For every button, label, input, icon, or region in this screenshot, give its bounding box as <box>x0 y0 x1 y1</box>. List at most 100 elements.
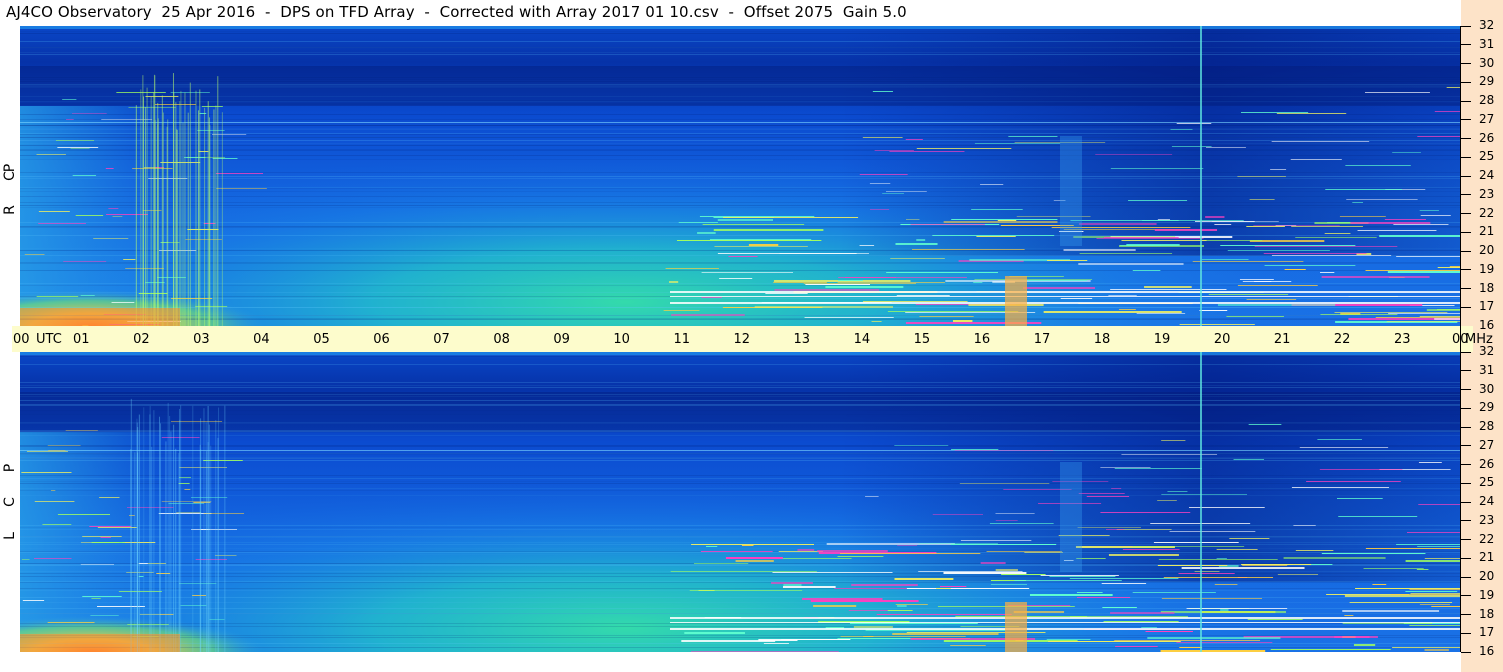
frequency-tick <box>1461 231 1471 233</box>
frequency-tick <box>1461 269 1471 271</box>
frequency-tick <box>1461 651 1471 653</box>
frequency-tick <box>1461 482 1471 484</box>
time-tick-label: 19 <box>1153 332 1171 347</box>
time-tick-label: 21 <box>1273 332 1291 347</box>
frequency-tick <box>1461 445 1471 447</box>
title-bar: AJ4CO Observatory 25 Apr 2016 - DPS on T… <box>0 0 1461 26</box>
time-tick-label: 06 <box>373 332 390 347</box>
frequency-tick <box>1461 25 1471 27</box>
pol-letter: R <box>2 205 18 215</box>
frequency-tick-label: 29 <box>1479 74 1495 89</box>
frequency-tick <box>1461 250 1471 252</box>
time-tick-label: 05 <box>313 332 330 347</box>
frequency-tick-label: 30 <box>1479 381 1495 396</box>
frequency-tick-label: 32 <box>1479 18 1495 32</box>
time-tick-label: 04 <box>253 332 270 347</box>
frequency-tick <box>1461 119 1471 121</box>
rcp-spectrogram <box>20 26 1461 326</box>
frequency-tick <box>1461 595 1471 597</box>
pol-letter: L <box>2 532 18 540</box>
time-tick-label: 14 <box>853 332 871 347</box>
frequency-tick-label: 26 <box>1479 456 1495 471</box>
spectrogram-texture <box>20 352 1461 652</box>
rcp-spectrogram-svg <box>20 26 1461 326</box>
rcp-side-label: P C R <box>0 26 20 326</box>
time-tick-label: 13 <box>793 332 811 347</box>
frequency-tick <box>1461 520 1471 522</box>
time-tick-label: 00 <box>13 332 30 347</box>
frequency-tick <box>1461 175 1471 177</box>
frequency-tick <box>1461 288 1471 289</box>
time-tick-label: 03 <box>193 332 210 347</box>
lcp-spectrogram-svg <box>20 352 1461 652</box>
frequency-tick <box>1461 576 1471 578</box>
frequency-tick-label: 21 <box>1479 550 1495 565</box>
frequency-tick-label: 20 <box>1479 569 1495 583</box>
frequency-tick-label: 29 <box>1479 400 1495 415</box>
time-tick-label: 11 <box>673 332 690 347</box>
time-tick-label: 18 <box>1093 332 1111 347</box>
frequency-tick <box>1461 138 1471 139</box>
frequency-tick-label: 20 <box>1479 243 1495 257</box>
time-tick-label: 02 <box>133 332 150 347</box>
time-tick-label: 16 <box>973 332 991 347</box>
axis-line <box>1460 26 1461 652</box>
frequency-tick <box>1461 407 1471 409</box>
frequency-tick <box>1461 63 1471 64</box>
frequency-tick <box>1461 81 1471 83</box>
time-tick-label: 15 <box>913 332 931 347</box>
frequency-tick <box>1461 389 1471 390</box>
time-tick-label: 01 <box>73 332 90 347</box>
frequency-tick-label: 22 <box>1479 205 1495 220</box>
frequency-tick-label: 30 <box>1479 55 1495 70</box>
frequency-tick <box>1461 426 1471 428</box>
frequency-tick-label: 22 <box>1479 531 1495 546</box>
frequency-tick <box>1461 100 1471 102</box>
frequency-tick-label: 25 <box>1479 475 1495 490</box>
time-tick-label: 10 <box>613 332 630 347</box>
frequency-tick-label: 24 <box>1479 494 1495 508</box>
frequency-tick <box>1461 44 1471 46</box>
time-tick-label: 20 <box>1213 332 1231 347</box>
time-tick-label: 23 <box>1393 332 1411 347</box>
lcp-spectrogram <box>20 352 1461 652</box>
frequency-tick-label: 25 <box>1479 149 1495 164</box>
frequency-tick-label: 21 <box>1479 224 1495 239</box>
frequency-tick-label: 28 <box>1479 93 1495 107</box>
frequency-tick-label: 27 <box>1479 437 1495 452</box>
frequency-tick-label: 17 <box>1479 299 1495 314</box>
frequency-tick-label: 16 <box>1479 644 1495 658</box>
frequency-tick-label: 26 <box>1479 130 1495 145</box>
frequency-tick-label: 18 <box>1479 606 1495 621</box>
time-tick-label: 08 <box>493 332 510 347</box>
frequency-tick-label: 27 <box>1479 111 1495 126</box>
frequency-tick-label: 19 <box>1479 587 1495 602</box>
time-tick-label: 22 <box>1333 332 1351 347</box>
frequency-tick <box>1461 194 1471 196</box>
spectrogram-texture <box>20 26 1461 326</box>
frequency-tick-label: 28 <box>1479 419 1495 433</box>
frequency-tick-label: 16 <box>1479 318 1495 332</box>
frequency-tick <box>1461 501 1471 503</box>
time-tick-label: 17 <box>1033 332 1051 347</box>
frequency-tick-label: 23 <box>1479 186 1495 201</box>
frequency-tick <box>1461 614 1471 615</box>
frequency-unit-label: MHz <box>1465 332 1493 347</box>
time-tick-label: 12 <box>733 332 751 347</box>
chart-title: AJ4CO Observatory 25 Apr 2016 - DPS on T… <box>6 3 907 21</box>
time-unit-label: UTC <box>36 332 62 347</box>
frequency-tick <box>1461 156 1471 158</box>
frequency-tick <box>1461 557 1471 559</box>
pol-letter: C <box>2 171 18 181</box>
frequency-tick-label: 31 <box>1479 362 1495 377</box>
pol-letter: C <box>2 497 18 507</box>
frequency-tick <box>1461 632 1471 634</box>
frequency-tick-label: 31 <box>1479 36 1495 51</box>
frequency-tick-label: 24 <box>1479 168 1495 182</box>
pol-letter: P <box>2 463 18 473</box>
frequency-tick <box>1461 370 1471 372</box>
frequency-tick-label: 18 <box>1479 280 1495 295</box>
frequency-tick <box>1461 539 1471 540</box>
time-tick-label: 09 <box>553 332 570 347</box>
frequency-tick-label: 19 <box>1479 261 1495 276</box>
